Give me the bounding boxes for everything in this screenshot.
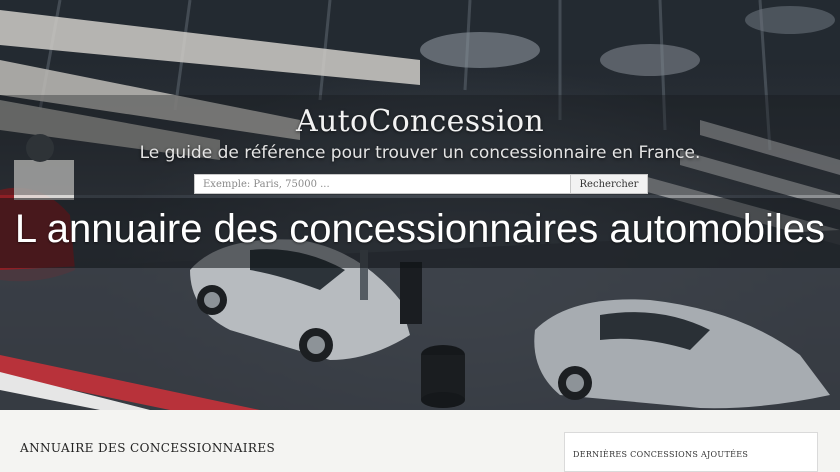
search-button[interactable]: Rechercher (570, 174, 648, 194)
hero-heading: L annuaire des concessionnaires automobi… (14, 207, 826, 251)
sidebar-latest-dealers: DERNIÈRES CONCESSIONS AJOUTÉES (564, 432, 818, 472)
sidebar-heading: DERNIÈRES CONCESSIONS AJOUTÉES (573, 450, 749, 459)
main-content: ANNUAIRE DES CONCESSIONNAIRES DERNIÈRES … (0, 410, 840, 472)
hero-banner: AutoConcession Le guide de référence pou… (0, 0, 840, 410)
search-form: Rechercher (194, 174, 648, 196)
search-input[interactable] (194, 174, 570, 194)
site-tagline: Le guide de référence pour trouver un co… (139, 143, 701, 163)
section-heading: ANNUAIRE DES CONCESSIONNAIRES (20, 441, 276, 455)
site-title[interactable]: AutoConcession (0, 104, 840, 139)
